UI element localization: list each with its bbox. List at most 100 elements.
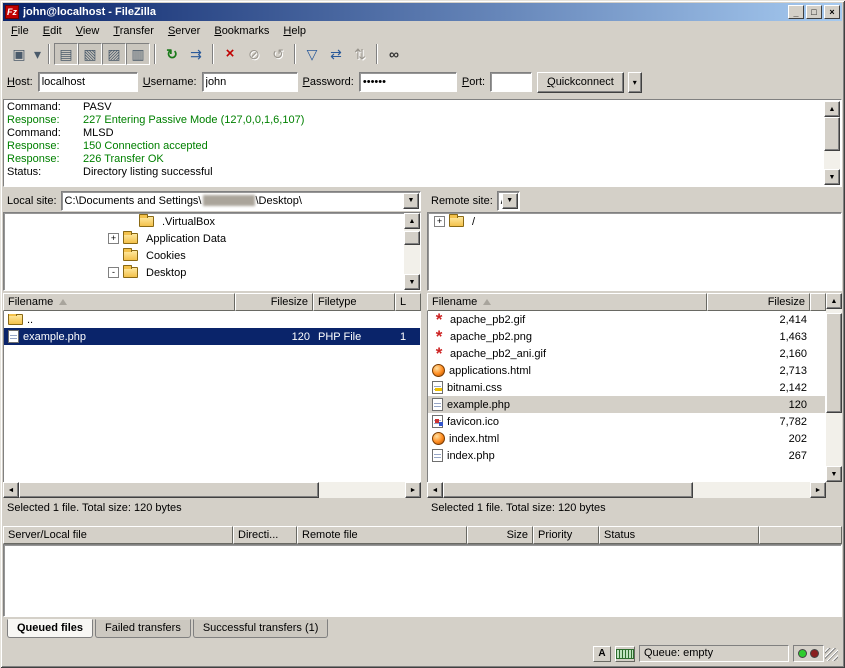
menu-edit[interactable]: Edit [36,22,69,40]
menu-file[interactable]: File [4,22,36,40]
tab-queued-files[interactable]: Queued files [7,619,93,638]
tab-successful-transfers[interactable]: Successful transfers (1) [193,619,329,638]
site-manager-button[interactable]: ▣ [7,43,31,65]
local-site-combo[interactable]: C:\Documents and Settings\\Desktop\ ▼ [61,191,421,211]
quickconnect-dropdown-button[interactable]: ▾ [628,72,642,93]
file-row[interactable]: apache_pb2.png 1,463 [428,328,825,345]
scroll-thumb[interactable] [824,117,840,151]
tree-item-desktop[interactable]: - Desktop [4,264,420,281]
tree-item-application-data[interactable]: + Application Data [4,230,420,247]
log-text: 226 Transfer OK [83,153,164,165]
filter-button[interactable]: ▽ [300,43,324,65]
queue-column-remote-file[interactable]: Remote file [297,526,467,544]
queue-column-local-file[interactable]: Server/Local file [3,526,233,544]
file-row-example-php[interactable]: example.php 120 [428,396,825,413]
resize-grip[interactable] [825,648,838,661]
remote-list-vscrollbar[interactable]: ▲ ▼ [826,293,842,482]
minimize-button[interactable]: _ [788,5,804,19]
file-row[interactable]: bitnami.css 2,142 [428,379,825,396]
scroll-thumb[interactable] [826,313,842,413]
menu-view[interactable]: View [69,22,107,40]
log-scrollbar[interactable]: ▲ ▼ [824,101,840,185]
local-column-filesize[interactable]: Filesize [235,293,313,311]
toolbar: ▣ ▾ ▤ ▧ ▨ ▥ ↻ ⇉ × ⊘ ↺ ▽ ⇄ ⇅ ∞ [3,41,842,67]
scroll-left-icon[interactable]: ◄ [427,482,443,498]
refresh-button[interactable]: ↻ [160,43,184,65]
scroll-thumb[interactable] [443,482,693,498]
scroll-down-icon[interactable]: ▼ [824,169,840,185]
process-queue-button[interactable]: ⇉ [184,43,208,65]
disconnect-button[interactable]: ⊘ [242,43,266,65]
tree-item-label: .VirtualBox [162,216,215,228]
queue-column-status[interactable]: Status [599,526,759,544]
local-file-list: Filename Filesize Filetype L .. example.… [3,293,421,498]
close-button[interactable]: × [824,5,840,19]
tree-item-virtualbox[interactable]: .VirtualBox [4,213,420,230]
scroll-up-icon[interactable]: ▲ [824,101,840,117]
scroll-down-icon[interactable]: ▼ [826,466,842,482]
local-tree-scrollbar[interactable]: ▲ ▼ [404,213,420,290]
scroll-left-icon[interactable]: ◄ [3,482,19,498]
sync-browsing-button[interactable]: ⇅ [348,43,372,65]
sort-ascending-icon [483,299,491,305]
queue-list[interactable] [3,544,842,617]
menu-help[interactable]: Help [276,22,313,40]
cancel-button[interactable]: × [218,43,242,65]
quickconnect-button[interactable]: Quickconnect [537,72,624,93]
remote-site-combo[interactable]: / ▼ [497,191,520,211]
scroll-up-icon[interactable]: ▲ [404,213,420,229]
queue-column-direction[interactable]: Directi... [233,526,297,544]
scroll-thumb[interactable] [19,482,319,498]
scroll-thumb[interactable] [404,231,420,245]
file-row-example-php[interactable]: example.php 120 PHP File 1 [4,328,420,345]
expander-icon[interactable]: - [108,267,119,278]
expander-icon[interactable]: + [108,233,119,244]
host-input[interactable] [38,72,138,92]
toggle-remote-tree-button[interactable]: ▨ [102,43,126,65]
local-tree-icon: ▧ [83,47,96,61]
scroll-up-icon[interactable]: ▲ [826,293,842,309]
title-bar[interactable]: Fz john@localhost - FileZilla _ □ × [3,3,842,21]
chevron-down-icon[interactable]: ▼ [403,193,419,209]
maximize-button[interactable]: □ [806,5,822,19]
toggle-local-tree-button[interactable]: ▧ [78,43,102,65]
reconnect-button[interactable]: ↺ [266,43,290,65]
scroll-right-icon[interactable]: ► [810,482,826,498]
toggle-queue-button[interactable]: ▥ [126,43,150,65]
menu-transfer[interactable]: Transfer [106,22,161,40]
chevron-down-icon[interactable]: ▼ [502,193,518,209]
local-column-filetype[interactable]: Filetype [313,293,395,311]
file-row[interactable]: index.html 202 [428,430,825,447]
scroll-down-icon[interactable]: ▼ [404,274,420,290]
local-column-filename[interactable]: Filename [3,293,235,311]
file-row[interactable]: applications.html 2,713 [428,362,825,379]
disconnect-icon: ⊘ [248,47,260,61]
find-button[interactable]: ∞ [382,43,406,65]
remote-column-filesize[interactable]: Filesize [707,293,810,311]
file-row-parent-dir[interactable]: .. [4,311,420,328]
scroll-right-icon[interactable]: ► [405,482,421,498]
tab-failed-transfers[interactable]: Failed transfers [95,619,191,638]
local-list-hscrollbar[interactable]: ◄ ► [3,482,421,498]
menu-bookmarks[interactable]: Bookmarks [207,22,276,40]
comparison-button[interactable]: ⇄ [324,43,348,65]
tree-item-root[interactable]: + / [428,213,841,230]
site-manager-dropdown-button[interactable]: ▾ [31,43,44,65]
tree-item-cookies[interactable]: Cookies [4,247,420,264]
file-row[interactable]: index.php 267 [428,447,825,464]
file-row[interactable]: favicon.ico 7,782 [428,413,825,430]
file-row[interactable]: apache_pb2.gif 2,414 [428,311,825,328]
queue-column-size[interactable]: Size [467,526,533,544]
toggle-log-button[interactable]: ▤ [54,43,78,65]
folder-icon [449,216,464,227]
file-row[interactable]: apache_pb2_ani.gif 2,160 [428,345,825,362]
username-input[interactable] [202,72,298,92]
menu-server[interactable]: Server [161,22,207,40]
expander-icon[interactable]: + [434,216,445,227]
password-input[interactable] [359,72,457,92]
remote-list-hscrollbar[interactable]: ◄ ► [427,482,826,498]
queue-column-priority[interactable]: Priority [533,526,599,544]
port-input[interactable] [490,72,532,92]
remote-column-filename[interactable]: Filename [427,293,707,311]
local-column-lastmodified[interactable]: L [395,293,421,311]
